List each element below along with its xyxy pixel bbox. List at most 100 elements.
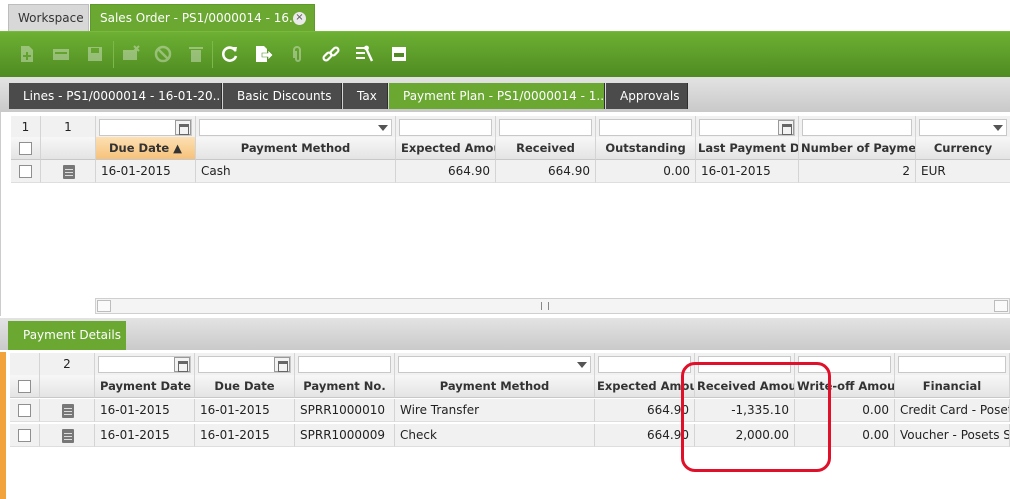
filter-row: 2 [6, 353, 1010, 376]
column-header-payment-no[interactable]: Payment No. [295, 375, 395, 398]
calendar-icon[interactable] [778, 120, 794, 135]
column-header-currency[interactable]: Currency [916, 137, 1010, 160]
due-date-cell: 16-01-2015 [195, 424, 295, 447]
new-document-icon[interactable] [14, 41, 40, 67]
due-date-filter[interactable] [195, 353, 295, 376]
row-select-cell [10, 424, 40, 447]
column-header-payment-method[interactable]: Payment Method [196, 137, 396, 160]
chevron-down-icon[interactable] [375, 120, 391, 135]
tab-lines[interactable]: Lines - PS1/0000014 - 16-01-20... [9, 83, 222, 109]
subtab-bar: Lines - PS1/0000014 - 16-01-20... Basic … [0, 77, 1010, 112]
calendar-icon[interactable] [175, 120, 191, 135]
writeoff-amount-filter[interactable] [795, 353, 895, 376]
outstanding-filter[interactable] [596, 116, 696, 139]
row-select-cell [11, 160, 41, 183]
payment-no-filter[interactable] [295, 353, 395, 376]
payment-no-cell: SPRR1000010 [295, 399, 395, 422]
table-row[interactable]: 16-01-2015 16-01-2015 SPRR1000010 Wire T… [6, 399, 1010, 422]
payment-method-filter[interactable] [196, 116, 396, 139]
number-of-payments-cell: 2 [799, 160, 916, 183]
save-icon[interactable] [82, 41, 108, 67]
toolbar-separator [212, 41, 213, 68]
due-date-filter[interactable] [96, 116, 196, 139]
received-amount-cell: -1,335.10 [695, 399, 795, 422]
column-header-expected-amount[interactable]: Expected Amount [595, 375, 695, 398]
row-checkbox[interactable] [19, 165, 32, 178]
select-all-checkbox[interactable] [19, 142, 32, 155]
financial-cell: Voucher - Posets St [895, 424, 1010, 447]
select-all-checkbox[interactable] [18, 380, 31, 393]
tab-payment-details[interactable]: Payment Details [8, 321, 126, 350]
row-checkbox[interactable] [18, 429, 31, 442]
tab-approvals[interactable]: Approvals [606, 83, 688, 109]
link-icon[interactable] [318, 41, 344, 67]
tab-sales-order[interactable]: Sales Order - PS1/0000014 - 16... × [90, 4, 315, 32]
attachment-icon[interactable] [284, 41, 310, 67]
selected-count: 1 [11, 116, 41, 139]
grid-view-icon[interactable] [386, 41, 412, 67]
payment-plan-grid: 1 1 Due Date ▲ Payment Method Expected A… [0, 112, 1010, 316]
currency-filter[interactable] [916, 116, 1010, 139]
column-header-expected-amount[interactable]: Expected Amount [396, 137, 496, 160]
window-tab-bar: Workspace Sales Order - PS1/0000014 - 16… [0, 0, 1010, 32]
refresh-icon[interactable] [217, 41, 243, 67]
new-row-icon[interactable] [48, 41, 74, 67]
column-header-financial[interactable]: Financial [895, 375, 1010, 398]
column-header-writeoff-amount[interactable]: Write-off Amount [795, 375, 895, 398]
column-header-payment-method[interactable]: Payment Method [395, 375, 595, 398]
column-header-payment-date[interactable]: Payment Date [95, 375, 195, 398]
calendar-icon[interactable] [274, 357, 290, 372]
row-count: 1 [41, 116, 96, 139]
received-filter[interactable] [496, 116, 596, 139]
document-icon[interactable] [62, 404, 74, 418]
delete-row-icon[interactable] [118, 41, 144, 67]
chevron-down-icon[interactable] [574, 357, 590, 372]
calendar-icon[interactable] [174, 357, 190, 372]
undo-icon[interactable] [150, 41, 176, 67]
column-header-due-date[interactable]: Due Date [195, 375, 295, 398]
chevron-down-icon[interactable] [990, 120, 1006, 135]
column-header-last-payment-date[interactable]: Last Payment Date [696, 137, 799, 160]
scroll-right-icon[interactable] [994, 300, 1008, 312]
table-row[interactable]: 16-01-2015 Cash 664.90 664.90 0.00 16-01… [1, 160, 1010, 183]
filter-row: 1 1 [1, 116, 1010, 139]
tab-basic-discounts[interactable]: Basic Discounts [223, 83, 342, 109]
close-icon[interactable]: × [293, 12, 306, 25]
received-amount-filter[interactable] [695, 353, 795, 376]
document-icon[interactable] [63, 165, 75, 179]
row-checkbox[interactable] [18, 404, 31, 417]
column-header-received-amount[interactable]: Received Amount [695, 375, 795, 398]
toolbar [0, 31, 1010, 77]
scroll-left-icon[interactable] [97, 300, 111, 312]
document-icon[interactable] [62, 429, 74, 443]
tab-workspace[interactable]: Workspace [8, 4, 89, 32]
tools-icon[interactable] [351, 41, 377, 67]
outstanding-cell: 0.00 [596, 160, 696, 183]
horizontal-scrollbar[interactable] [95, 298, 1010, 314]
currency-cell: EUR [916, 160, 1010, 183]
header-row: Payment Date Due Date Payment No. Paymen… [6, 375, 1010, 398]
scroll-grip-icon[interactable] [541, 302, 549, 310]
number-of-payments-filter[interactable] [799, 116, 916, 139]
payment-date-filter[interactable] [95, 353, 195, 376]
row-count: 2 [40, 353, 95, 376]
row-icon-cell [40, 399, 95, 422]
payment-method-filter[interactable] [395, 353, 595, 376]
financial-filter[interactable] [895, 353, 1010, 376]
tab-payment-plan[interactable]: Payment Plan - PS1/0000014 - 1... [389, 83, 605, 109]
trash-icon[interactable] [183, 41, 209, 67]
column-header-received[interactable]: Received [496, 137, 596, 160]
expected-amount-filter[interactable] [396, 116, 496, 139]
expected-amount-filter[interactable] [595, 353, 695, 376]
last-payment-date-filter[interactable] [696, 116, 799, 139]
tab-tax[interactable]: Tax [343, 83, 388, 109]
filter-blank-cell [10, 353, 40, 376]
export-icon[interactable] [250, 41, 276, 67]
payment-date-cell: 16-01-2015 [95, 399, 195, 422]
payment-method-cell: Wire Transfer [395, 399, 595, 422]
column-header-due-date[interactable]: Due Date ▲ [96, 137, 196, 160]
column-header-outstanding[interactable]: Outstanding [596, 137, 696, 160]
select-all-cell [10, 375, 40, 398]
table-row[interactable]: 16-01-2015 16-01-2015 SPRR1000009 Check … [6, 424, 1010, 447]
column-header-number-of-payments[interactable]: Number of Payments [799, 137, 916, 160]
